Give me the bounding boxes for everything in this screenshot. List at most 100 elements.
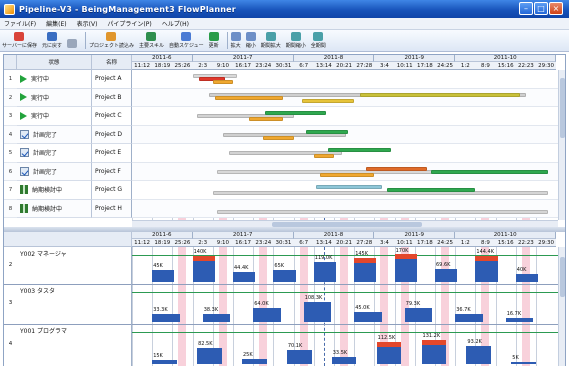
menu-file[interactable]: ファイル(F) xyxy=(4,19,36,28)
toolbar-button-label: 主要スキル xyxy=(138,43,164,49)
plan-done-icon xyxy=(20,166,29,176)
toolbar-button-label: 期間拡大 xyxy=(260,43,281,49)
timeline-day: 3:4 xyxy=(374,239,395,247)
task-bar[interactable] xyxy=(263,135,294,140)
project-name-cell[interactable]: Project D xyxy=(92,125,132,144)
task-bar[interactable] xyxy=(313,154,334,158)
task-bar[interactable] xyxy=(216,209,549,214)
task-bar[interactable] xyxy=(386,188,476,192)
status-cell[interactable]: 実行中 xyxy=(17,88,92,107)
task-bar[interactable] xyxy=(305,129,349,134)
timeline-month: 2011-8 xyxy=(293,55,375,62)
status-label: 実行中 xyxy=(31,94,50,102)
task-bar[interactable] xyxy=(214,95,284,100)
close-button[interactable]: × xyxy=(549,2,563,15)
status-cell[interactable]: 計画完了 xyxy=(17,144,92,163)
toolbar-button-save[interactable]: サーバーに保存 xyxy=(2,32,37,49)
toolbar-button-load-project[interactable]: プロジェクト読込み xyxy=(89,32,134,49)
row-number: 4 xyxy=(8,131,13,138)
task-bar[interactable] xyxy=(360,92,520,97)
gantt-vertical-scrollbar[interactable] xyxy=(558,70,565,220)
task-bar[interactable] xyxy=(249,117,284,121)
toolbar-button-refresh[interactable]: 更新 xyxy=(208,32,219,49)
project-name-cell[interactable]: Project H xyxy=(92,199,132,218)
column-header-name[interactable]: 名称 xyxy=(92,55,132,70)
task-bar[interactable] xyxy=(327,148,391,152)
load-value-label: 33.5K xyxy=(332,350,348,356)
minimize-button[interactable]: – xyxy=(519,2,533,15)
resource-label[interactable]: Y002 マネージャ xyxy=(17,247,132,284)
task-bar[interactable] xyxy=(265,111,326,115)
toolbar-button-undo[interactable]: 元に戻す xyxy=(42,32,62,49)
status-cell[interactable]: 計画完了 xyxy=(17,162,92,181)
load-bar xyxy=(303,302,332,322)
resource-label[interactable]: Y003 タスタ xyxy=(17,284,132,324)
toolbar-button-skill[interactable]: 主要スキル xyxy=(139,32,164,49)
toolbar-button-expand-period[interactable]: 期間拡大 xyxy=(261,32,281,49)
toolbar-button-shrink-period[interactable]: 期間縮小 xyxy=(286,32,306,49)
toolbar-button-full-period[interactable]: 全期間 xyxy=(311,32,326,49)
project-name-cell[interactable]: Project A xyxy=(92,70,132,89)
project-name-cell[interactable]: Project E xyxy=(92,144,132,163)
load-value-label: 15K xyxy=(153,353,163,359)
waiting-icon xyxy=(20,185,28,195)
column-header-status[interactable]: 状態 xyxy=(17,55,92,70)
toolbar-button-label: 拡大 xyxy=(230,43,241,49)
timeline-month: 2011-8 xyxy=(293,232,375,239)
project-name-cell[interactable]: Project F xyxy=(92,162,132,181)
project-name-cell[interactable]: Project B xyxy=(92,88,132,107)
load-bar xyxy=(455,314,483,322)
status-cell[interactable]: 実行中 xyxy=(17,70,92,89)
save-icon xyxy=(14,32,25,41)
load-bar xyxy=(152,360,177,364)
load-bar xyxy=(313,262,337,282)
load-bar xyxy=(253,308,281,322)
maximize-button[interactable]: □ xyxy=(534,2,548,15)
redo-icon xyxy=(66,39,77,48)
gantt-horizontal-scrollbar[interactable] xyxy=(132,220,558,227)
timeline-month: 2011-10 xyxy=(455,232,557,239)
status-cell[interactable]: 納期検討中 xyxy=(17,199,92,218)
status-cell[interactable]: 納期検討中 xyxy=(17,181,92,200)
toolbar-button-label: プロジェクト読込み xyxy=(88,43,134,49)
task-bar[interactable] xyxy=(212,191,549,195)
toolbar-button-zoom-in[interactable]: 拡大 xyxy=(230,32,241,49)
resource-label[interactable]: Y001 プログラマ xyxy=(17,324,132,366)
load-vertical-scrollbar[interactable] xyxy=(558,247,565,366)
load-bar xyxy=(466,346,492,364)
menu-help[interactable]: ヘルプ(H) xyxy=(162,19,189,28)
toolbar-button-auto-schedule[interactable]: 自動スケジュー xyxy=(169,32,204,49)
project-name-cell[interactable]: Project G xyxy=(92,181,132,200)
timeline-day: 23:24 xyxy=(253,239,274,247)
task-bar[interactable] xyxy=(212,80,233,84)
status-cell[interactable]: 実行中 xyxy=(17,107,92,126)
status-label: 計画完了 xyxy=(33,150,58,158)
task-bar[interactable] xyxy=(315,185,383,189)
load-bar xyxy=(404,308,433,322)
load-bar xyxy=(331,357,357,364)
timeline-day: 11:12 xyxy=(132,239,153,247)
row-number: 2 xyxy=(8,94,13,101)
load-vertical-thumb[interactable] xyxy=(560,257,565,297)
load-bar xyxy=(354,312,382,322)
task-bar[interactable] xyxy=(301,98,355,103)
menu-pipeline[interactable]: パイプライン(P) xyxy=(107,19,151,28)
timeline-day: 6:7 xyxy=(293,62,314,70)
timeline-day: 10:11 xyxy=(394,239,415,247)
load-value-label: 69.6K xyxy=(436,262,451,268)
timeline-day: 29:30 xyxy=(536,62,557,70)
toolbar-button-zoom-out[interactable]: 縮小 xyxy=(245,32,256,49)
grid-line xyxy=(132,247,133,366)
task-bar[interactable] xyxy=(319,172,375,177)
menu-view[interactable]: 表示(V) xyxy=(77,19,98,28)
project-name-cell[interactable]: Project C xyxy=(92,107,132,126)
toolbar-button-redo[interactable] xyxy=(66,39,77,49)
load-bar xyxy=(435,269,458,282)
menu-edit[interactable]: 編集(E) xyxy=(46,19,66,28)
status-cell[interactable]: 計画完了 xyxy=(17,125,92,144)
timeline-day: 20:21 xyxy=(334,239,355,247)
task-bar[interactable] xyxy=(366,166,427,171)
task-bar[interactable] xyxy=(430,169,549,174)
running-icon xyxy=(20,74,27,83)
gantt-vertical-thumb[interactable] xyxy=(560,78,565,138)
